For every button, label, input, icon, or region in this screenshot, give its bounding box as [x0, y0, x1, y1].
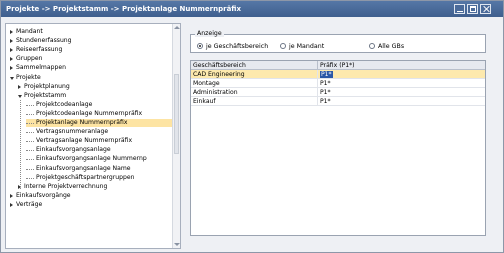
table-row[interactable]: Administration P1*: [191, 88, 485, 97]
tree-item-label: Stundenerfassung: [16, 37, 72, 45]
table-row[interactable]: Montage P1*: [191, 79, 485, 88]
collapse-arrow-icon[interactable]: [18, 94, 22, 98]
tree-item-label: Projektstamm: [24, 91, 67, 99]
tree-connector: [26, 104, 34, 106]
tree-item-label: Gruppen: [16, 55, 43, 63]
expand-arrow-icon[interactable]: [10, 66, 13, 71]
main-window: Projekte -> Projektstamm -> Projektanlag…: [0, 0, 504, 253]
scroll-down-icon[interactable]: [174, 243, 180, 246]
column-header-praefix[interactable]: Präfix (P1*): [318, 61, 485, 70]
tree-item-label: Vertragsnummeranlage: [36, 128, 109, 136]
tree-item[interactable]: Interne Projektverrechnung: [18, 183, 172, 191]
tree-item[interactable]: Projektplanung: [18, 83, 172, 91]
radio-button-icon[interactable]: [280, 43, 286, 49]
radio-label: je Mandant: [289, 43, 325, 50]
cell-praefix-value[interactable]: P1*: [320, 71, 333, 78]
tree-item[interactable]: Mandant: [10, 28, 172, 36]
minimize-icon: [457, 6, 463, 12]
tree-item[interactable]: Einkaufsvorgänge: [10, 192, 172, 200]
tree-item-label: Projektgeschäftspartnergruppen: [36, 173, 135, 181]
tree-scrollbar[interactable]: [172, 24, 180, 248]
display-group-label: Anzeige: [195, 30, 224, 37]
tree-item-label: Projektplanung: [24, 82, 70, 90]
cell-praefix[interactable]: P1*: [318, 88, 485, 96]
tree-item-label: Einkaufsvorgangsanlage: [36, 146, 111, 154]
tree-connector: [26, 168, 34, 170]
tree-item-label: Verträge: [16, 200, 43, 208]
expand-arrow-icon[interactable]: [10, 202, 13, 207]
radio-button-icon[interactable]: [369, 43, 375, 49]
radio-button-icon[interactable]: [197, 43, 203, 49]
scroll-up-icon[interactable]: [174, 26, 180, 29]
close-button[interactable]: [480, 4, 491, 14]
cell-geschaeftsbereich[interactable]: Montage: [191, 79, 318, 87]
minimize-button[interactable]: [454, 4, 465, 14]
table-row[interactable]: CAD Engineering P1*: [191, 70, 485, 79]
expand-arrow-icon[interactable]: [18, 84, 21, 89]
tree-item-label: Mandant: [16, 28, 43, 35]
tree-connector: [26, 177, 34, 179]
expand-arrow-icon[interactable]: [10, 39, 13, 44]
prefix-grid: Geschäftsbereich Präfix (P1*) CAD Engine…: [190, 60, 486, 236]
tree-connector: [26, 150, 34, 152]
column-header-geschaeftsbereich[interactable]: Geschäftsbereich: [191, 61, 318, 70]
navigation-tree: Mandant Stundenerfassung Reiseerfassung Gru…: [5, 23, 181, 249]
cell-geschaeftsbereich[interactable]: CAD Engineering: [191, 70, 318, 78]
tree-item-label: Einkaufsvorgangsanlage Name: [36, 164, 131, 172]
radio-label: Alle GBs: [378, 43, 405, 50]
tree-item[interactable]: Vertragsnummeranlage: [26, 128, 172, 136]
tree-connector: [26, 123, 34, 124]
expand-arrow-icon[interactable]: [10, 57, 13, 62]
cell-praefix[interactable]: P1*: [318, 97, 485, 105]
tree-item-label: Reiseerfassung: [16, 46, 63, 54]
tree-connector: [26, 159, 34, 161]
tree-item-label: Interne Projektverrechnung: [24, 182, 108, 190]
maximize-button[interactable]: [467, 4, 478, 14]
tree-item[interactable]: Sammelmappen: [10, 64, 172, 72]
table-row[interactable]: Einkauf P1*: [191, 97, 485, 106]
tree-item-label: Sammelmappen: [16, 64, 66, 72]
tree-item[interactable]: Gruppen: [10, 55, 172, 63]
tree-item-label: Projektanlage Nummernpräfix: [36, 119, 128, 126]
tree-item[interactable]: Projektgeschäftspartnergruppen: [26, 174, 172, 182]
tree-item[interactable]: Reiseerfassung: [10, 46, 172, 54]
close-icon: [483, 6, 489, 12]
title-bar[interactable]: Projekte -> Projektstamm -> Projektanlag…: [1, 1, 503, 17]
tree-item-label: Projektcodeanlage Nummernpräfix: [36, 109, 143, 117]
tree-item-label: Projekte: [16, 73, 41, 81]
tree-item[interactable]: Projektcodeanlage: [26, 101, 172, 109]
expand-arrow-icon[interactable]: [10, 48, 13, 53]
tree-item-label: Einkaufsvorgangsanlage Nummernp: [36, 155, 147, 163]
expand-arrow-icon[interactable]: [10, 30, 13, 34]
cell-geschaeftsbereich[interactable]: Einkauf: [191, 97, 318, 105]
expand-arrow-icon[interactable]: [10, 193, 13, 198]
tree-connector: [26, 132, 34, 134]
radio-label: je Geschäftsbereich: [206, 43, 269, 50]
tree-connector: [26, 113, 34, 115]
tree-item-label: Einkaufsvorgänge: [16, 191, 71, 199]
tree-item[interactable]: Projektstamm: [18, 92, 172, 100]
maximize-icon: [470, 6, 476, 12]
tree-item[interactable]: Einkaufsvorgangsanlage Name: [26, 165, 172, 173]
tree-item-label: Projektcodeanlage: [36, 100, 93, 108]
cell-praefix[interactable]: P1*: [318, 70, 485, 78]
tree-item[interactable]: Projektcodeanlage Nummernpräfix: [26, 110, 172, 118]
tree-item[interactable]: Verträge: [10, 201, 172, 209]
window-title: Projekte -> Projektstamm -> Projektanlag…: [6, 5, 242, 13]
tree-item[interactable]: Einkaufsvorgangsanlage Nummernp: [26, 155, 172, 163]
tree-item[interactable]: Einkaufsvorgangsanlage: [26, 146, 172, 154]
cell-praefix[interactable]: P1*: [318, 79, 485, 87]
cell-geschaeftsbereich[interactable]: Administration: [191, 88, 318, 96]
tree-item[interactable]: Vertragsanlage Nummernpräfix: [26, 137, 172, 145]
tree-item[interactable]: Stundenerfassung: [10, 37, 172, 45]
tree-item-label: Vertragsanlage Nummernpräfix: [36, 137, 133, 145]
tree-guide-line: [20, 99, 21, 189]
tree-item[interactable]: Projekte: [10, 74, 172, 82]
collapse-arrow-icon[interactable]: [10, 76, 14, 80]
tree-connector: [26, 141, 34, 143]
scroll-thumb[interactable]: [174, 74, 179, 154]
tree-item[interactable]: Projektanlage Nummernpräfix: [26, 119, 172, 127]
